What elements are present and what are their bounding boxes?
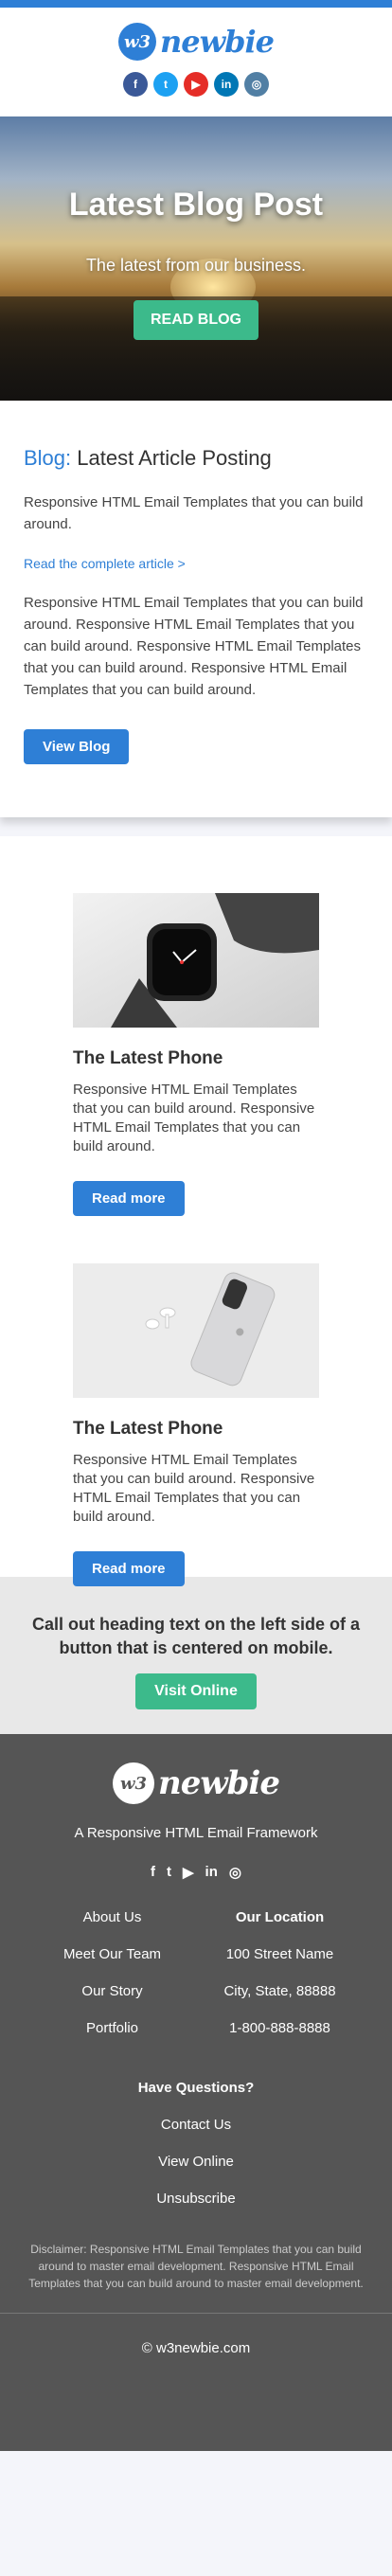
footer-location: Our Location 100 Street Name City, State… <box>196 1909 364 2057</box>
location-phone[interactable]: 1-800-888-8888 <box>196 2020 364 2036</box>
footer-questions: Have Questions? Contact Us View Online U… <box>0 2080 392 2207</box>
youtube-icon[interactable]: ▶ <box>183 1864 194 1881</box>
logo-badge: w3 <box>117 23 156 61</box>
view-online-link[interactable]: View Online <box>0 2154 392 2170</box>
footer-nav: About Us Meet Our Team Our Story Portfol… <box>28 1909 196 2057</box>
product-card: The Latest Phone Responsive HTML Email T… <box>73 893 319 1216</box>
read-more-button[interactable]: Read more <box>73 1551 185 1586</box>
contact-us-link[interactable]: Contact Us <box>0 2117 392 2133</box>
footer-link-portfolio[interactable]: Portfolio <box>28 2020 196 2036</box>
location-street: 100 Street Name <box>225 1946 334 1962</box>
article-heading-text: Latest Article Posting <box>71 446 272 470</box>
footer-tagline: A Responsive HTML Email Framework <box>74 1825 318 1841</box>
instagram-icon[interactable]: ◎ <box>244 72 269 97</box>
product-title: The Latest Phone <box>73 1419 223 1439</box>
phone-image[interactable] <box>73 1263 319 1398</box>
copyright-text: © w3newbie.com <box>141 2340 251 2356</box>
logo-badge: w3 <box>113 1762 155 1804</box>
facebook-icon[interactable]: f <box>123 72 148 97</box>
unsubscribe-link[interactable]: Unsubscribe <box>0 2191 392 2207</box>
hero-subtitle: The latest from our business. <box>85 256 307 275</box>
read-article-link[interactable]: Read the complete article > <box>24 556 368 571</box>
visit-online-button[interactable]: Visit Online <box>135 1673 257 1709</box>
hero-banner: Latest Blog Post The latest from our bus… <box>0 116 392 401</box>
footer-logo[interactable]: w3 newbie <box>113 1762 280 1804</box>
article-intro: Responsive HTML Email Templates that you… <box>24 494 364 532</box>
top-accent-bar <box>0 0 392 8</box>
questions-heading: Have Questions? <box>137 2080 255 2096</box>
footer-link-story[interactable]: Our Story <box>28 1983 196 1999</box>
location-city: City, State, 88888 <box>223 1983 336 1999</box>
smartwatch-image[interactable] <box>73 893 319 1028</box>
product-card: The Latest Phone Responsive HTML Email T… <box>73 1263 319 1586</box>
footer-link-team[interactable]: Meet Our Team <box>28 1946 196 1962</box>
read-more-button[interactable]: Read more <box>73 1181 185 1216</box>
linkedin-icon[interactable]: in <box>205 1864 218 1881</box>
products-section: The Latest Phone Responsive HTML Email T… <box>0 836 392 1586</box>
footer-social-links: f t ▶ in ◎ <box>0 1864 392 1881</box>
logo-text: newbie <box>159 24 275 60</box>
product-description: Responsive HTML Email Templates that you… <box>73 1452 315 1525</box>
callout-section: Call out heading text on the left side o… <box>0 1577 392 1734</box>
footer-divider <box>0 2313 392 2314</box>
youtube-icon[interactable]: ▶ <box>184 72 208 97</box>
article-section: Blog: Latest Article Posting Responsive … <box>0 401 392 817</box>
footer-columns: About Us Meet Our Team Our Story Portfol… <box>0 1909 392 2057</box>
facebook-icon[interactable]: f <box>151 1864 155 1881</box>
email-header: w3 newbie f t ▶ in ◎ <box>0 8 392 116</box>
twitter-icon[interactable]: t <box>153 72 178 97</box>
product-description: Responsive HTML Email Templates that you… <box>73 1082 315 1154</box>
location-heading: Our Location <box>235 1909 325 1925</box>
email-footer: w3 newbie A Responsive HTML Email Framew… <box>0 1734 392 2451</box>
twitter-icon[interactable]: t <box>167 1864 171 1881</box>
callout-heading: Call out heading text on the left side o… <box>31 1615 361 1657</box>
article-heading: Blog: Latest Article Posting <box>24 446 368 471</box>
brand-logo[interactable]: w3 newbie <box>117 23 275 61</box>
logo-text: newbie <box>158 1764 280 1802</box>
article-body: Responsive HTML Email Templates that you… <box>24 595 364 698</box>
article-heading-prefix: Blog: <box>24 446 72 470</box>
header-social-links: f t ▶ in ◎ <box>0 72 392 97</box>
hero-title: Latest Blog Post <box>68 187 324 223</box>
disclaimer-text: Disclaimer: Responsive HTML Email Templa… <box>28 2243 364 2290</box>
instagram-icon[interactable]: ◎ <box>229 1864 241 1881</box>
linkedin-icon[interactable]: in <box>214 72 239 97</box>
read-blog-button[interactable]: READ BLOG <box>134 300 258 340</box>
product-title: The Latest Phone <box>73 1048 223 1068</box>
view-blog-button[interactable]: View Blog <box>24 729 130 764</box>
footer-link-about[interactable]: About Us <box>28 1909 196 1925</box>
